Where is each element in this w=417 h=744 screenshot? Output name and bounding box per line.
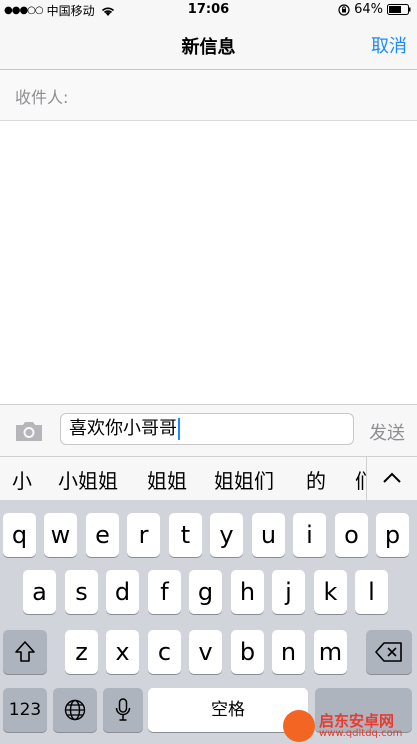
key-j[interactable]: j [272,570,305,614]
status-bar: ●●●○○ 中国移动 17:06 64% [0,0,417,20]
backspace-key[interactable] [366,630,412,674]
key-c[interactable]: c [148,630,181,674]
key-s[interactable]: s [65,570,98,614]
microphone-icon [115,698,131,721]
cancel-button[interactable]: 取消 [371,32,407,58]
key-q[interactable]: q [3,513,36,557]
candidate-item[interactable]: 小 [12,465,32,494]
key-p[interactable]: p [376,513,409,557]
expand-candidates-button[interactable] [366,457,417,501]
key-y[interactable]: y [210,513,243,557]
key-r[interactable]: r [127,513,160,557]
recipient-field[interactable]: 收件人: [0,70,417,121]
message-input[interactable]: 喜欢你小哥哥 [60,413,354,445]
rotation-lock-icon [338,3,350,16]
navigation-bar: 新信息 取消 [0,20,417,70]
battery-percent: 64% [354,2,383,17]
key-t[interactable]: t [169,513,202,557]
watermark-logo-icon [283,710,315,742]
key-g[interactable]: g [189,570,222,614]
camera-icon[interactable] [14,419,44,443]
key-x[interactable]: x [106,630,139,674]
key-e[interactable]: e [86,513,119,557]
shift-icon [15,641,35,662]
key-z[interactable]: z [65,630,98,674]
key-f[interactable]: f [148,570,181,614]
key-b[interactable]: b [231,630,264,674]
key-a[interactable]: a [23,570,56,614]
candidate-bar: 小 小姐姐 姐姐 姐姐们 的 们 [0,456,417,501]
key-u[interactable]: u [252,513,285,557]
recipient-label: 收件人: [15,88,69,107]
key-o[interactable]: o [335,513,368,557]
globe-icon [64,699,86,721]
candidate-item[interactable]: 们 [355,465,366,494]
candidate-item[interactable]: 的 [306,465,326,494]
key-w[interactable]: w [44,513,77,557]
text-caret [178,418,180,440]
dictation-key[interactable] [103,688,143,732]
numbers-key[interactable]: 123 [3,688,47,732]
globe-key[interactable] [53,688,97,732]
key-l[interactable]: l [355,570,388,614]
key-d[interactable]: d [106,570,139,614]
battery-icon [387,4,411,15]
message-text: 喜欢你小哥哥 [69,418,177,439]
candidate-item[interactable]: 小姐姐 [58,465,118,494]
backspace-icon [375,642,402,662]
status-right: 64% [338,2,411,17]
candidate-item[interactable]: 姐姐 [147,465,187,494]
key-i[interactable]: i [293,513,326,557]
candidate-list: 小 小姐姐 姐姐 姐姐们 的 们 [0,457,366,501]
shift-key[interactable] [3,630,47,674]
watermark-url: www.qdltdq.com [319,728,403,739]
candidate-item[interactable]: 姐姐们 [214,465,274,494]
key-h[interactable]: h [231,570,264,614]
key-m[interactable]: m [314,630,347,674]
key-v[interactable]: v [189,630,222,674]
watermark-logo: 启东安卓网 www.qdltdq.com [283,708,413,744]
compose-bar: 喜欢你小哥哥 发送 [0,404,417,457]
send-button[interactable]: 发送 [369,419,405,445]
key-k[interactable]: k [314,570,347,614]
chevron-up-icon [383,472,401,483]
key-n[interactable]: n [272,630,305,674]
page-title: 新信息 [181,37,236,58]
